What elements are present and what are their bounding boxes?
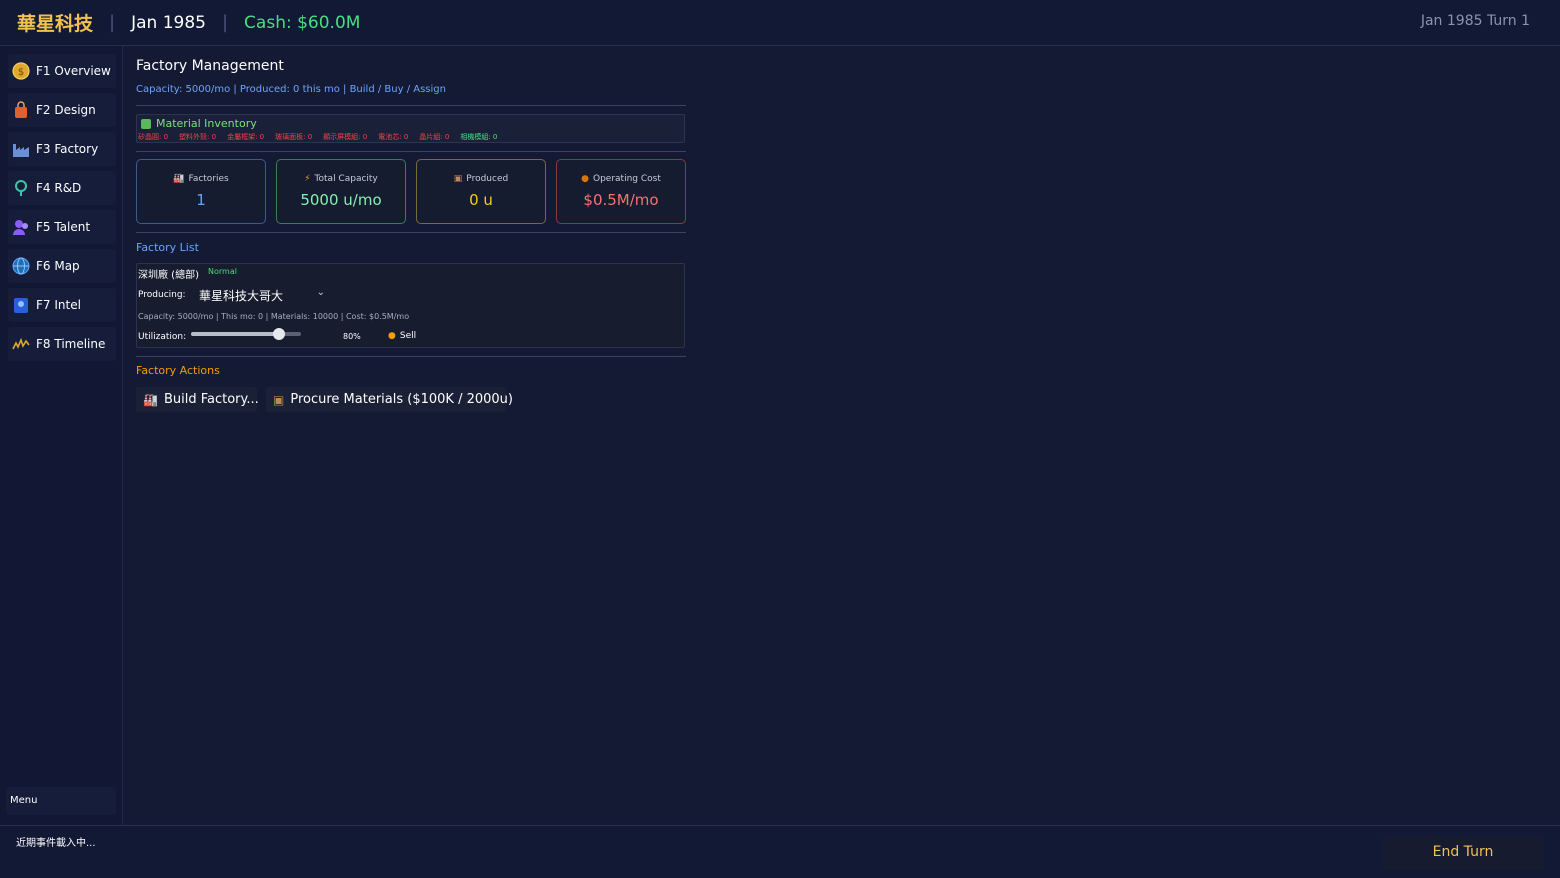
microscope-icon <box>12 179 30 197</box>
top-bar: 華星科技 | Jan 1985 | Cash: $60.0M Jan 1985 … <box>0 0 1560 46</box>
inventory-item: 顯示屏模組: 0 <box>323 133 368 141</box>
divider <box>136 356 686 357</box>
utilization-slider[interactable] <box>191 328 301 340</box>
stat-card-factories: 🏭 Factories 1 <box>136 159 266 224</box>
bag-icon <box>12 101 30 119</box>
factory-list-heading: Factory List <box>136 241 199 254</box>
factory-card: 深圳廠 (總部) Normal Producing: 華星科技大哥大 ⌄ Cap… <box>136 263 685 348</box>
material-inventory: Material Inventory 矽晶圓: 0 塑料外殼: 0 金屬框架: 0 玻… <box>136 114 685 143</box>
box-icon: ▣ <box>453 174 463 184</box>
sidebar-item-label: F8 Timeline <box>36 337 106 351</box>
inventory-title: Material Inventory <box>156 117 257 130</box>
cube-icon <box>141 118 151 129</box>
utilization-label: Utilization: <box>138 332 187 342</box>
factory-name: 深圳廠 (總部) <box>138 270 199 281</box>
inventory-item: 玻璃面板: 0 <box>275 133 313 141</box>
inventory-item: 塑料外殼: 0 <box>179 133 217 141</box>
sidebar-item-label: F4 R&D <box>36 181 82 195</box>
sidebar-item-timeline[interactable]: F8 Timeline <box>8 327 116 361</box>
sidebar-item-factory[interactable]: F3 Factory <box>8 132 116 166</box>
sidebar-item-overview[interactable]: $ F1 Overview <box>8 54 116 88</box>
stat-value: $0.5M/mo <box>583 191 659 209</box>
sidebar-item-label: F7 Intel <box>36 298 81 312</box>
inventory-item: 金屬框架: 0 <box>227 133 265 141</box>
factory-icon: 🏭 <box>143 392 158 407</box>
producing-value: 華星科技大哥大 <box>199 289 284 303</box>
stat-label: Operating Cost <box>592 174 661 184</box>
inventory-item: 矽晶圓: 0 <box>138 133 169 141</box>
spy-icon <box>12 296 30 314</box>
sidebar-item-label: F6 Map <box>36 259 80 273</box>
stat-label: Produced <box>466 174 509 184</box>
globe-icon <box>12 257 30 275</box>
stat-value: 1 <box>196 191 206 209</box>
inventory-items: 矽晶圓: 0 塑料外殼: 0 金屬框架: 0 玻璃面板: 0 顯示屏模組: 0 電池芯: … <box>138 132 508 142</box>
sidebar-item-label: F2 Design <box>36 103 96 117</box>
chart-icon <box>12 335 30 353</box>
sidebar: $ F1 Overview F2 Design F3 Factory F4 R&… <box>0 46 123 825</box>
menu-button[interactable]: Menu <box>6 787 116 815</box>
sidebar-item-label: F5 Talent <box>36 220 91 234</box>
page-subtitle: Capacity: 5000/mo | Produced: 0 this mo … <box>136 84 446 95</box>
inventory-item: 晶片組: 0 <box>419 133 450 141</box>
sidebar-item-design[interactable]: F2 Design <box>8 93 116 127</box>
divider: | <box>109 12 116 33</box>
status-badge: Normal <box>208 267 237 276</box>
slider-thumb[interactable] <box>273 328 285 340</box>
build-factory-button[interactable]: 🏭 Build Factory... <box>136 387 259 412</box>
factory-icon <box>12 140 30 158</box>
sidebar-item-talent[interactable]: F5 Talent <box>8 210 116 244</box>
sidebar-item-map[interactable]: F6 Map <box>8 249 116 283</box>
recent-events: 近期事件載入中... <box>16 838 96 849</box>
stat-card-produced: ▣ Produced 0 u <box>416 159 546 224</box>
divider <box>136 151 686 152</box>
lightning-icon: ⚡ <box>304 174 311 184</box>
sell-label: Sell <box>399 331 417 341</box>
people-icon <box>12 218 30 236</box>
stat-card-operating-cost: ● Operating Cost $0.5M/mo <box>556 159 686 224</box>
sidebar-item-rnd[interactable]: F4 R&D <box>8 171 116 205</box>
page-title: Factory Management <box>136 58 284 74</box>
end-turn-button[interactable]: End Turn <box>1382 835 1544 870</box>
divider: | <box>221 12 229 33</box>
button-label: Build Factory... <box>163 392 259 407</box>
svg-text:$: $ <box>18 67 24 78</box>
footer-bar: 近期事件載入中... End Turn <box>0 825 1560 878</box>
sell-button[interactable]: ● Sell <box>388 331 416 341</box>
cash-display: Cash: $60.0M <box>244 12 361 33</box>
button-label: Procure Materials ($100K / 2000u) <box>290 392 513 407</box>
sidebar-item-intel[interactable]: F7 Intel <box>8 288 116 322</box>
producing-label: Producing: <box>138 290 186 300</box>
utilization-percent: 80% <box>343 332 361 341</box>
factory-icon: 🏭 <box>173 174 185 184</box>
coin-icon: $ <box>12 62 30 80</box>
inventory-item: 電池芯: 0 <box>378 133 409 141</box>
chevron-down-icon: ⌄ <box>316 287 325 298</box>
stat-label: Total Capacity <box>314 174 378 184</box>
divider <box>136 232 686 233</box>
box-icon: ▣ <box>273 392 285 407</box>
stat-label: Factories <box>188 174 229 184</box>
sidebar-item-label: F1 Overview <box>36 64 111 78</box>
divider <box>136 105 686 106</box>
factory-actions-heading: Factory Actions <box>136 364 220 377</box>
company-name: 華星科技 <box>17 13 94 35</box>
sidebar-item-label: F3 Factory <box>36 142 99 156</box>
slider-fill <box>191 332 279 336</box>
turn-indicator: Jan 1985 Turn 1 <box>1420 13 1530 29</box>
stat-value: 0 u <box>469 191 493 209</box>
money-bag-icon: ● <box>388 331 396 341</box>
procure-materials-button[interactable]: ▣ Procure Materials ($100K / 2000u) <box>266 387 513 412</box>
factory-info: Capacity: 5000/mo | This mo: 0 | Materia… <box>138 312 410 321</box>
money-bag-icon: ● <box>581 174 589 184</box>
producing-select[interactable]: 華星科技大哥大 ⌄ <box>191 284 331 306</box>
inventory-item: 相機模組: 0 <box>460 133 498 141</box>
stat-card-total-capacity: ⚡ Total Capacity 5000 u/mo <box>276 159 406 224</box>
stat-value: 5000 u/mo <box>300 191 382 209</box>
current-date: Jan 1985 <box>131 12 206 33</box>
